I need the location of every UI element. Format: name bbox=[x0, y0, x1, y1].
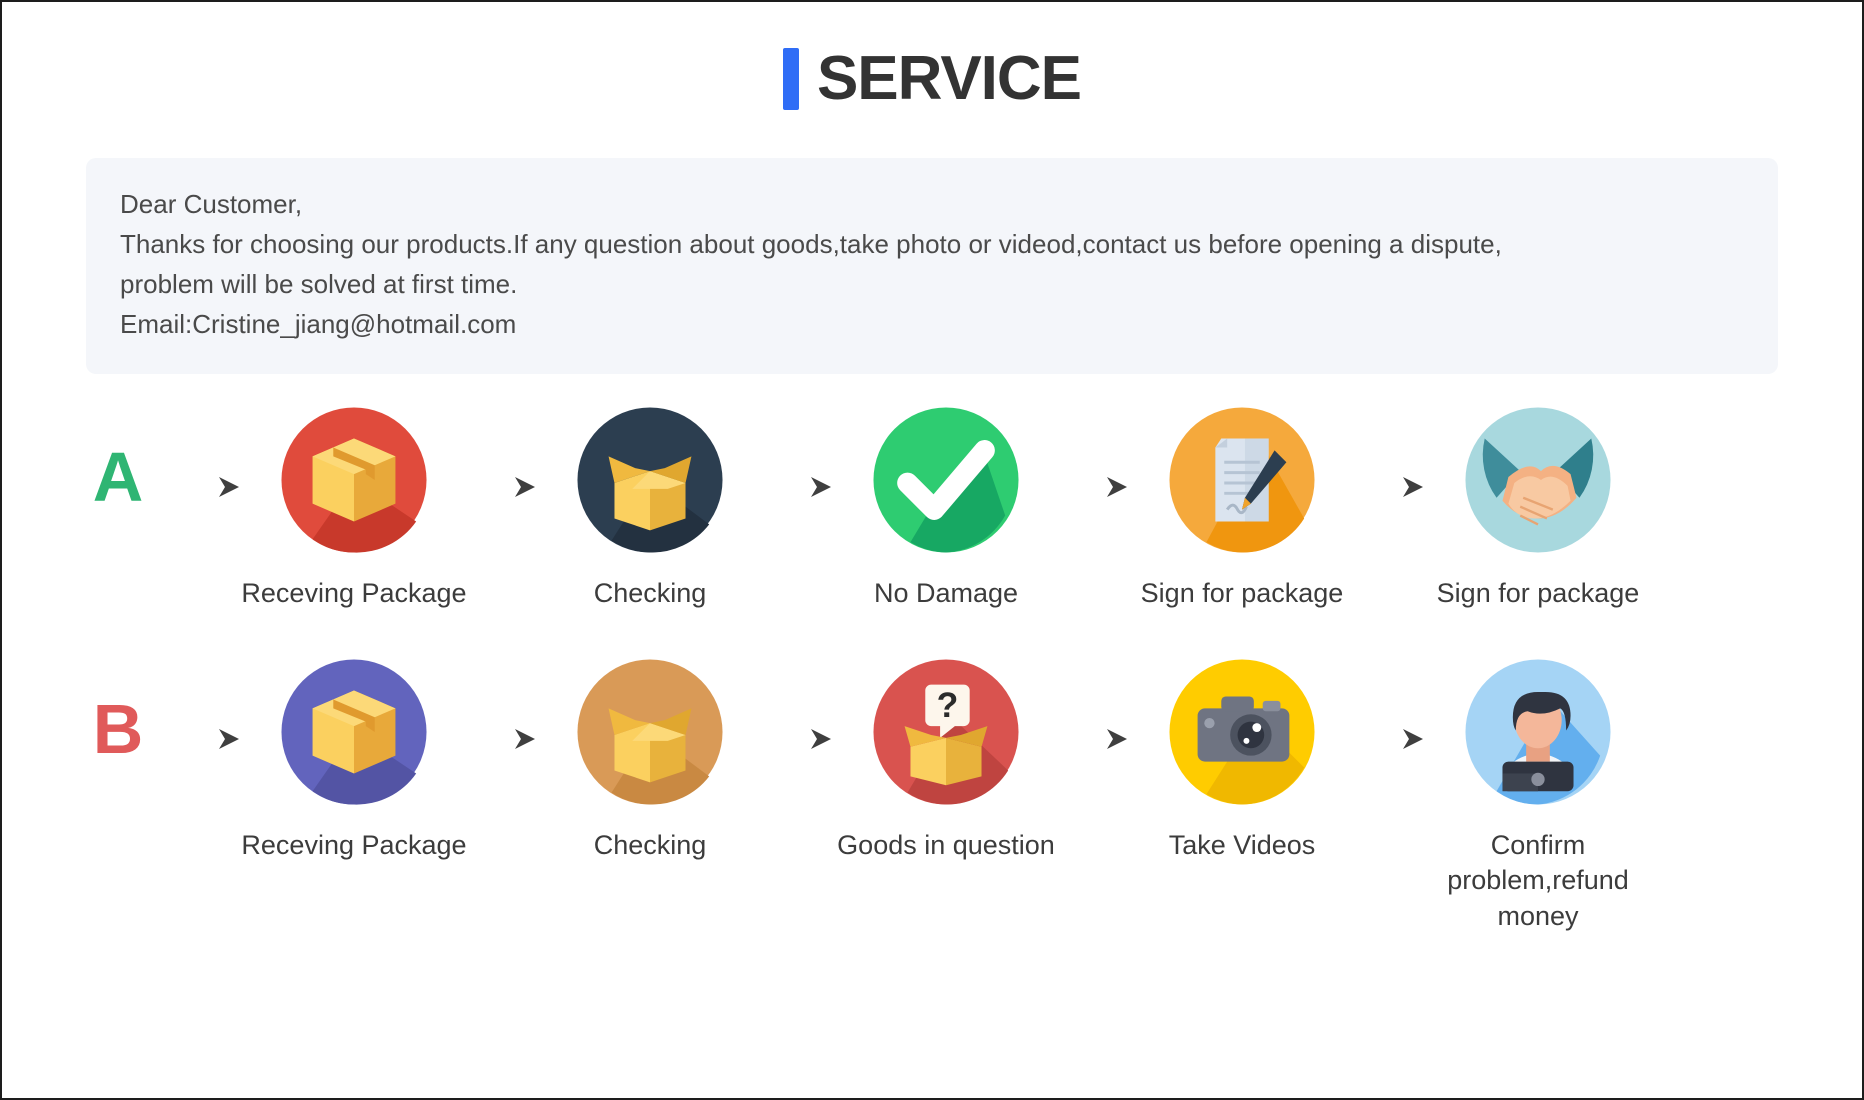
arrow-icon bbox=[756, 406, 840, 500]
flow-step-label: Checking bbox=[593, 578, 707, 609]
open-box-icon bbox=[576, 658, 724, 806]
flow-step[interactable]: Receving Package bbox=[241, 658, 467, 864]
flow-step-label: Sign for package bbox=[1436, 578, 1640, 609]
page-title: SERVICE bbox=[816, 44, 1082, 113]
check-mark-icon bbox=[872, 406, 1020, 554]
arrow-icon bbox=[164, 406, 248, 500]
arrow-icon bbox=[1348, 406, 1432, 500]
arrow-icon bbox=[756, 658, 840, 752]
title-accent-bar bbox=[782, 48, 799, 110]
flow-row-b: B Receving Package Checking ? Goods in q… bbox=[2, 648, 1862, 935]
open-box-icon bbox=[576, 406, 724, 554]
arrow-icon bbox=[164, 658, 248, 752]
arrow-icon bbox=[1348, 658, 1432, 752]
flow-step[interactable]: Confirm problem,refund money bbox=[1432, 658, 1644, 935]
flow-step[interactable]: Sign for package bbox=[1432, 406, 1644, 612]
flow-step-label: Confirm problem,refund money bbox=[1447, 829, 1629, 931]
customer-notice-box: Dear Customer, Thanks for choosing our p… bbox=[86, 158, 1778, 375]
flow-step-label: Sign for package bbox=[1140, 578, 1344, 609]
flow-step-label: Checking bbox=[593, 829, 707, 860]
question-box-icon: ? bbox=[872, 658, 1020, 806]
flow-step[interactable]: No Damage bbox=[840, 406, 1052, 612]
arrow-icon bbox=[460, 406, 544, 500]
closed-box-icon bbox=[280, 406, 428, 554]
notice-line-greeting: Dear Customer, bbox=[120, 189, 303, 219]
flow-step[interactable]: Receving Package bbox=[241, 406, 467, 612]
arrow-icon bbox=[1052, 658, 1136, 752]
flow-step-label: Take Videos bbox=[1168, 829, 1316, 860]
support-agent-icon bbox=[1464, 658, 1612, 806]
arrow-icon bbox=[460, 658, 544, 752]
flow-step-label: Receving Package bbox=[241, 829, 467, 860]
camera-icon bbox=[1168, 658, 1316, 806]
flow-step[interactable]: Sign for package bbox=[1136, 406, 1348, 612]
flow-step[interactable]: Checking bbox=[544, 406, 756, 612]
flow-label-b: B bbox=[92, 689, 144, 768]
flow-step-label: Receving Package bbox=[241, 578, 467, 609]
handshake-icon bbox=[1464, 406, 1612, 554]
flow-label-a: A bbox=[92, 438, 144, 517]
notice-line-body-1: Thanks for choosing our products.If any … bbox=[120, 229, 1502, 260]
flow-row-a: A Receving Package Checking No Damage Si… bbox=[2, 396, 1862, 612]
flow-step[interactable]: Take Videos bbox=[1136, 658, 1348, 864]
flow-step-label: No Damage bbox=[873, 578, 1019, 609]
arrow-icon bbox=[1052, 406, 1136, 500]
notice-line-body-2: problem will be solved at first time. bbox=[120, 269, 518, 300]
service-page: SERVICE Dear Customer, Thanks for choosi… bbox=[0, 0, 1864, 1100]
flow-step[interactable]: Checking bbox=[544, 658, 756, 864]
notice-line-email: Email:Cristine_jiang@hotmail.com bbox=[120, 309, 517, 340]
flow-step[interactable]: ? Goods in question bbox=[837, 658, 1055, 864]
flow-diagrams: A Receving Package Checking No Damage Si… bbox=[2, 396, 1862, 935]
flow-step-label: Goods in question bbox=[837, 829, 1055, 860]
page-header: SERVICE bbox=[2, 2, 1862, 110]
svg-text:?: ? bbox=[937, 685, 959, 725]
document-pen-icon bbox=[1168, 406, 1316, 554]
closed-box-icon bbox=[280, 658, 428, 806]
